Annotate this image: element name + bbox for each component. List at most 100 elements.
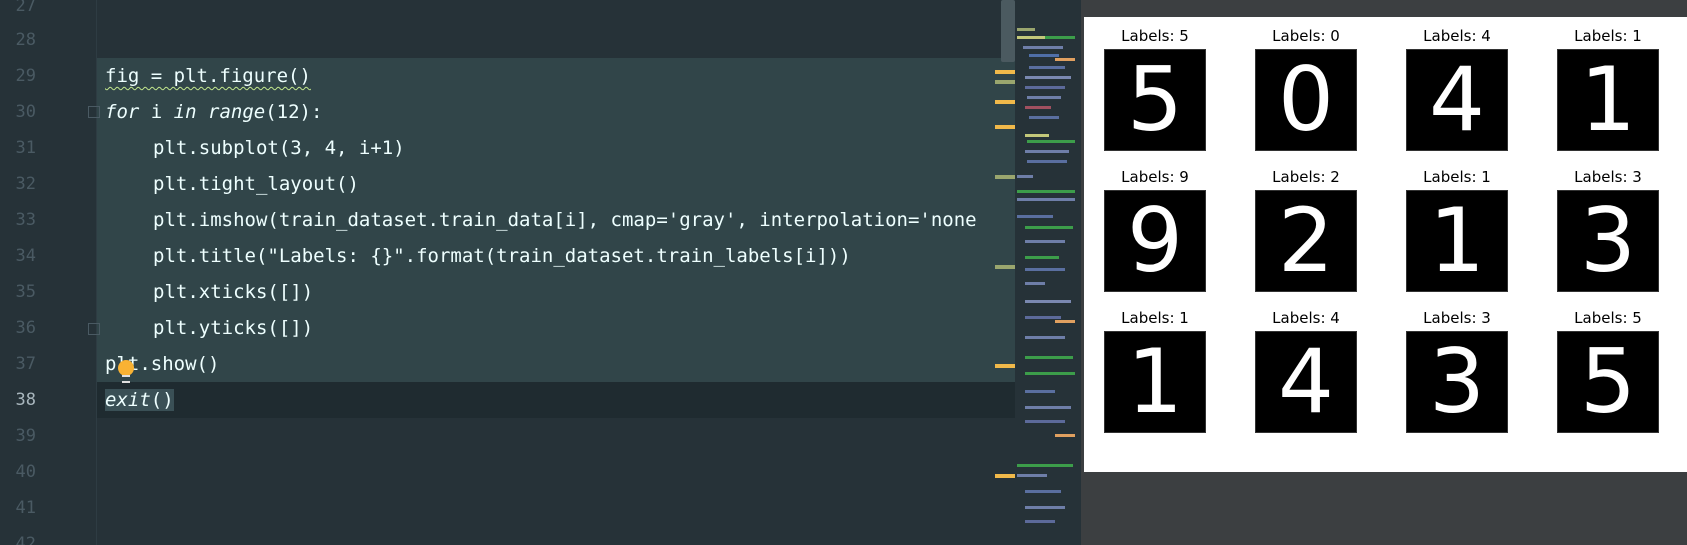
minimap-line: [1027, 140, 1075, 143]
line-number: 27: [15, 0, 36, 16]
line-number: 29: [15, 66, 36, 86]
minimap-line: [1029, 116, 1059, 119]
minimap-line: [1017, 36, 1045, 39]
digit-glyph: 1: [1580, 49, 1636, 151]
digit-glyph: 5: [1127, 49, 1183, 151]
digit-glyph: 9: [1127, 190, 1183, 292]
minimap-line: [1025, 150, 1069, 153]
digit-image: 3: [1557, 190, 1659, 292]
minimap-line: [1025, 268, 1065, 271]
scroll-marker[interactable]: [995, 80, 1015, 84]
minimap-line: [1025, 372, 1075, 375]
minimap-line: [1017, 175, 1033, 178]
minimap-line: [1025, 390, 1055, 393]
line-number: 36: [15, 318, 36, 338]
digit-glyph: 3: [1429, 331, 1485, 433]
digit-glyph: 1: [1127, 331, 1183, 433]
minimap[interactable]: [1015, 0, 1081, 545]
minimap-line: [1025, 134, 1049, 137]
code-line[interactable]: plt.yticks([]): [0, 310, 1015, 346]
code-line[interactable]: plt.show(): [0, 346, 1015, 382]
digit-image: 1: [1406, 190, 1508, 292]
subplot-title: Labels: 0: [1272, 27, 1340, 45]
vertical-scrollbar[interactable]: [1001, 0, 1015, 62]
minimap-line: [1055, 320, 1075, 323]
current-code-line[interactable]: exit(): [0, 382, 1015, 418]
minimap-line: [1055, 58, 1075, 61]
subplot-title: Labels: 5: [1574, 309, 1642, 327]
code-line[interactable]: for i in range(12):: [0, 94, 1015, 130]
minimap-line: [1025, 226, 1073, 229]
code-text: plt.subplot(3, 4, i+1): [153, 137, 405, 159]
line-number: 31: [15, 138, 36, 158]
code-text: exit(): [105, 389, 174, 411]
fold-icon[interactable]: [88, 106, 100, 118]
code-text: plt.tight_layout(): [153, 173, 359, 195]
digit-image: 0: [1255, 49, 1357, 151]
line-number: 34: [15, 246, 36, 266]
digit-glyph: 4: [1278, 331, 1334, 433]
digit-glyph: 5: [1580, 331, 1636, 433]
scroll-marker[interactable]: [995, 364, 1015, 368]
scroll-marker[interactable]: [995, 100, 1015, 104]
line-number: 30: [15, 102, 36, 122]
lightbulb-icon[interactable]: [118, 360, 134, 383]
digit-glyph: 1: [1429, 190, 1485, 292]
code-line[interactable]: [0, 0, 1015, 24]
minimap-line: [1045, 36, 1075, 39]
subplot-title: Labels: 3: [1574, 168, 1642, 186]
subplot-title: Labels: 1: [1574, 27, 1642, 45]
fold-icon[interactable]: [88, 323, 100, 335]
line-number: 33: [15, 210, 36, 230]
minimap-line: [1025, 106, 1051, 109]
scroll-marker[interactable]: [995, 265, 1015, 269]
digit-image: 9: [1104, 190, 1206, 292]
minimap-line: [1025, 300, 1071, 303]
code-line[interactable]: fig = plt.figure(): [0, 58, 1015, 94]
digit-image: 5: [1104, 49, 1206, 151]
minimap-line: [1017, 474, 1047, 477]
code-line[interactable]: [0, 24, 1015, 60]
minimap-line: [1025, 520, 1055, 523]
minimap-line: [1025, 76, 1071, 79]
scroll-marker[interactable]: [995, 125, 1015, 129]
code-line[interactable]: plt.xticks([]): [0, 274, 1015, 310]
line-number: 39: [15, 426, 36, 446]
minimap-line: [1025, 316, 1061, 319]
minimap-line: [1027, 160, 1067, 163]
digit-image: 3: [1406, 331, 1508, 433]
minimap-line: [1017, 215, 1053, 218]
subplot-title: Labels: 5: [1121, 27, 1189, 45]
digit-image: 5: [1557, 331, 1659, 433]
scroll-marker[interactable]: [995, 474, 1015, 478]
subplot-title: Labels: 1: [1423, 168, 1491, 186]
code-text: fig = plt.figure(): [105, 65, 311, 87]
line-number: 41: [15, 498, 36, 518]
minimap-line: [1017, 198, 1075, 201]
subplot-title: Labels: 3: [1423, 309, 1491, 327]
code-line[interactable]: plt.imshow(train_dataset.train_data[i], …: [0, 202, 1015, 238]
minimap-line: [1025, 406, 1071, 409]
minimap-line: [1023, 46, 1063, 49]
minimap-line: [1055, 434, 1075, 437]
digit-image: 2: [1255, 190, 1357, 292]
subplot-title: Labels: 1: [1121, 309, 1189, 327]
minimap-line: [1025, 506, 1065, 509]
code-line[interactable]: plt.tight_layout(): [0, 166, 1015, 202]
minimap-line: [1025, 86, 1065, 89]
matplotlib-figure[interactable]: Labels: 5 5 Labels: 0 0 Labels: 4 4 Labe…: [1084, 17, 1687, 472]
code-line[interactable]: plt.title("Labels: {}".format(train_data…: [0, 238, 1015, 274]
code-editor[interactable]: fig = plt.figure() for i in range(12): p…: [0, 0, 1015, 545]
code-text: plt.imshow(train_dataset.train_data[i], …: [153, 209, 977, 231]
digit-glyph: 3: [1580, 190, 1636, 292]
line-number: 37: [15, 354, 36, 374]
scroll-marker[interactable]: [995, 175, 1015, 179]
code-line[interactable]: plt.subplot(3, 4, i+1): [0, 130, 1015, 166]
scroll-marker[interactable]: [995, 70, 1015, 74]
line-number: 28: [15, 30, 36, 50]
minimap-line: [1017, 28, 1035, 31]
digit-glyph: 2: [1278, 190, 1334, 292]
minimap-line: [1025, 256, 1059, 259]
minimap-line: [1029, 54, 1059, 57]
line-number-gutter[interactable]: 27 28 29 30 31 32 33 34 35 36 37 38 39 4…: [0, 0, 97, 545]
